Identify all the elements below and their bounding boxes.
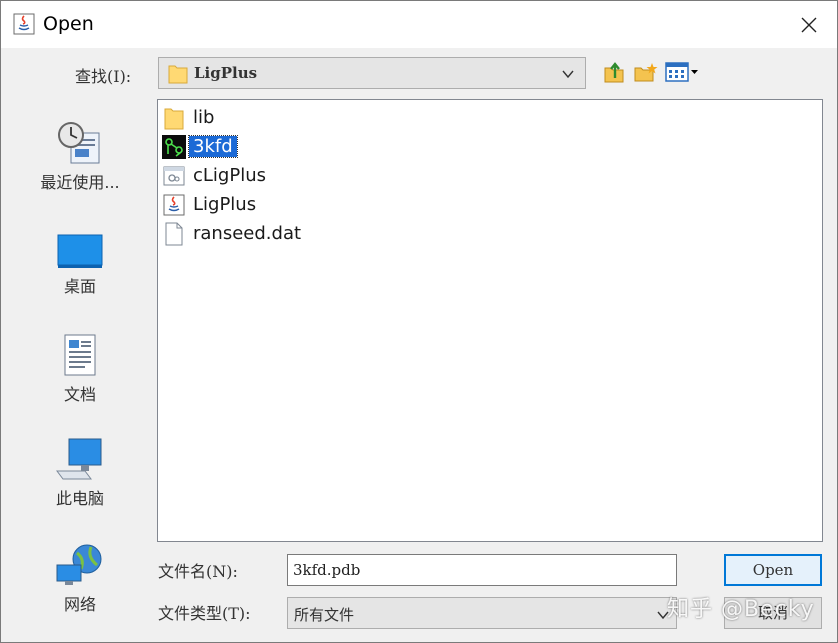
file-item-cligplus[interactable]: cLigPlus [161,162,270,189]
chevron-down-icon [561,66,575,85]
file-list[interactable]: lib 3kfd cLigPlus LigPlus ranseed.dat [157,99,823,542]
file-item-3kfd[interactable]: 3kfd [161,133,238,160]
file-name-input[interactable] [287,554,677,586]
recent-icon [58,122,100,164]
java-icon [13,13,35,35]
look-in-value: LigPlus [194,64,258,82]
java-icon [161,192,187,218]
close-button[interactable] [781,1,837,48]
details-view-icon [665,62,698,82]
place-label: 最近使用... [40,173,120,192]
file-type-combo[interactable]: 所有文件 [287,597,677,629]
place-label: 网络 [63,595,96,614]
close-icon [801,17,817,32]
open-dialog: Open 查找(I): LigPlus 最近使用... 桌面 文档 此电脑 网络… [0,0,838,643]
new-folder-button[interactable] [632,59,660,85]
folder-icon [168,62,188,88]
file-type-value: 所有文件 [294,606,355,624]
place-label: 桌面 [63,277,96,296]
place-label: 此电脑 [55,489,104,508]
open-button[interactable]: Open [724,554,822,586]
file-name: 3kfd [188,135,238,158]
network-icon [56,544,102,585]
place-desktop[interactable]: 桌面 [15,233,145,297]
title-bar: Open [1,1,837,48]
file-name: cLigPlus [193,165,266,186]
up-folder-button[interactable] [602,59,628,85]
file-item-ligplus[interactable]: LigPlus [161,191,260,218]
file-icon [161,221,187,247]
documents-icon [64,334,96,376]
look-in-label: 查找(I): [75,67,132,86]
places-bar: 最近使用... 桌面 文档 此电脑 网络 [15,99,145,639]
computer-icon [56,438,102,480]
look-in-combo[interactable]: LigPlus [158,57,586,89]
file-item-lib[interactable]: lib [161,104,218,131]
desktop-icon [57,234,103,268]
window-title: Open [43,13,94,35]
file-item-ranseed[interactable]: ranseed.dat [161,220,305,247]
watermark: 知乎 @Becky [667,597,815,622]
place-network[interactable]: 网络 [15,543,145,615]
app-icon [161,163,187,189]
place-label: 文档 [63,385,96,404]
up-folder-icon [604,62,624,83]
file-type-label: 文件类型(T): [158,604,251,623]
new-folder-icon [634,63,658,82]
file-name: LigPlus [193,194,257,215]
view-menu-button[interactable] [664,59,700,85]
file-name: ranseed.dat [193,223,302,244]
place-computer[interactable]: 此电脑 [15,437,145,509]
place-documents[interactable]: 文档 [15,333,145,405]
file-name: lib [193,107,215,128]
molecule-icon [161,134,187,160]
folder-icon [161,105,187,131]
place-recent[interactable]: 最近使用... [15,121,145,193]
file-name-label: 文件名(N): [158,562,238,581]
